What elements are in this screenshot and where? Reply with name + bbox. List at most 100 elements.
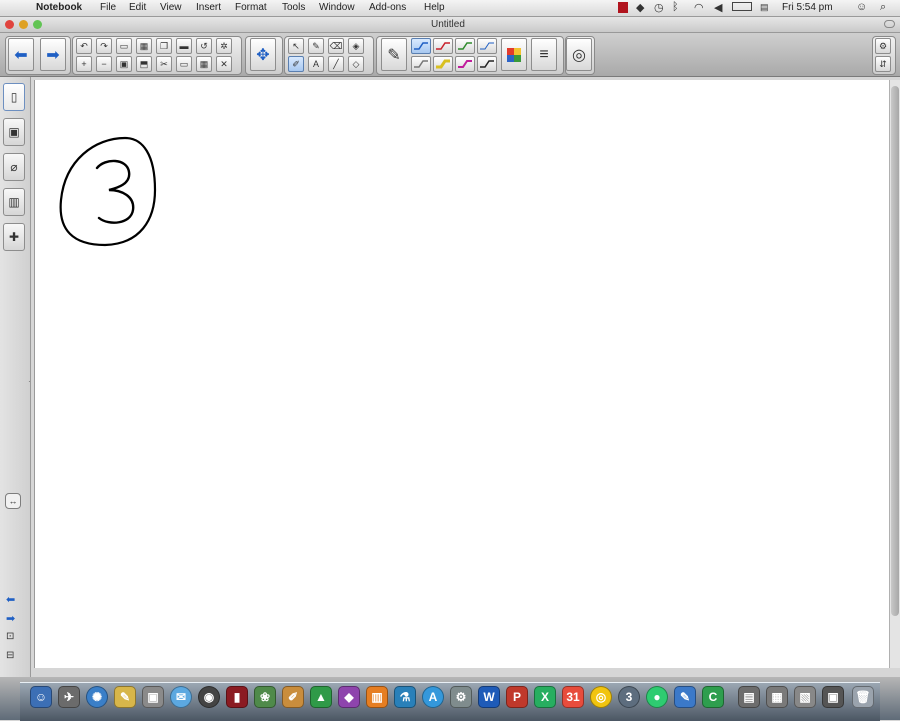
iphoto-icon[interactable]: ❀ bbox=[254, 686, 276, 708]
notebook-app-icon[interactable]: ✎ bbox=[674, 686, 696, 708]
undo-icon[interactable]: ↶ bbox=[76, 38, 92, 54]
menu-clock[interactable]: Fri 5:54 pm bbox=[782, 2, 833, 13]
scrollbar-thumb[interactable] bbox=[891, 86, 899, 616]
volume-icon[interactable]: ◀ bbox=[714, 1, 722, 14]
sidebar-resize-handle[interactable]: · bbox=[28, 377, 31, 386]
folder-stack-icon[interactable]: ▧ bbox=[794, 686, 816, 708]
vertical-scrollbar[interactable] bbox=[889, 80, 900, 668]
menu-add-ons[interactable]: Add-ons bbox=[369, 2, 406, 13]
minimize-window-icon[interactable] bbox=[19, 20, 28, 29]
pen-style-magenta-icon[interactable] bbox=[455, 56, 475, 72]
menu-format[interactable]: Format bbox=[235, 2, 267, 13]
paste-icon[interactable]: ▦ bbox=[136, 38, 152, 54]
cut-icon[interactable]: ✂ bbox=[156, 56, 172, 72]
trash-icon[interactable]: 🗑 bbox=[852, 686, 874, 708]
whiteboard-canvas[interactable] bbox=[34, 80, 889, 668]
textedit-icon[interactable]: ✐ bbox=[282, 686, 304, 708]
terminal-icon[interactable]: ⚗ bbox=[394, 686, 416, 708]
book-icon[interactable]: ▮ bbox=[226, 686, 248, 708]
pen-style-blue-thin-icon[interactable] bbox=[477, 38, 497, 54]
menu-help[interactable]: Help bbox=[424, 2, 445, 13]
menu-window[interactable]: Window bbox=[319, 2, 355, 13]
table-icon[interactable]: ▦ bbox=[196, 56, 212, 72]
text-icon[interactable]: A bbox=[308, 56, 324, 72]
forward-arrow-icon[interactable]: ➡ bbox=[40, 38, 66, 71]
full-screen-icon[interactable]: ⬒ bbox=[136, 56, 152, 72]
excel-icon[interactable]: X bbox=[534, 686, 556, 708]
spotlight-search-icon[interactable]: ⌕ bbox=[880, 1, 886, 14]
screenshot-stack-icon[interactable]: ▣ bbox=[822, 686, 844, 708]
pen-style-red-icon[interactable] bbox=[433, 38, 453, 54]
skype-icon[interactable]: 3 bbox=[618, 686, 640, 708]
line-icon[interactable]: ╱ bbox=[328, 56, 344, 72]
lock-icon[interactable]: ⊡ bbox=[6, 631, 14, 642]
back-arrow-icon[interactable]: ⬅ bbox=[8, 38, 34, 71]
color-palette-icon[interactable] bbox=[501, 38, 527, 71]
delete-page-icon[interactable]: − bbox=[96, 56, 112, 72]
menu-view[interactable]: View bbox=[160, 2, 182, 13]
battery-icon[interactable] bbox=[732, 2, 752, 11]
properties-icon[interactable]: ◎ bbox=[566, 38, 592, 71]
growl-icon[interactable]: ● bbox=[646, 686, 668, 708]
left-arrow-icon[interactable]: ⬅ bbox=[6, 593, 15, 606]
safari-icon[interactable]: ✺ bbox=[86, 686, 108, 708]
pen-style-gray-icon[interactable] bbox=[411, 56, 431, 72]
open-file-icon[interactable]: ▭ bbox=[116, 38, 132, 54]
expand-icon[interactable]: ↔ bbox=[5, 493, 21, 509]
zoom-window-icon[interactable] bbox=[33, 20, 42, 29]
menu-insert[interactable]: Insert bbox=[196, 2, 221, 13]
pen-style-green-icon[interactable] bbox=[455, 38, 475, 54]
flag-icon[interactable]: ▤ bbox=[760, 2, 769, 13]
display-icon[interactable]: ▭ bbox=[176, 56, 192, 72]
pens-icon[interactable]: ✐ bbox=[288, 56, 304, 72]
system-preferences-icon[interactable]: ⚙ bbox=[450, 686, 472, 708]
add-ons-icon[interactable]: ✚ bbox=[3, 223, 25, 251]
new-page-icon[interactable]: + bbox=[76, 56, 92, 72]
toolbar-toggle-icon[interactable] bbox=[884, 20, 895, 28]
unlock-icon[interactable]: ⊟ bbox=[6, 650, 14, 661]
reset-icon[interactable]: ↺ bbox=[196, 38, 212, 54]
menu-app-name[interactable]: Notebook bbox=[36, 2, 82, 13]
pen-icon[interactable]: ✎ bbox=[381, 38, 407, 71]
photo-icon[interactable]: ▣ bbox=[142, 686, 164, 708]
facetime-icon[interactable]: ◉ bbox=[198, 686, 220, 708]
shape-icon[interactable]: ◇ bbox=[348, 56, 364, 72]
eraser-icon[interactable]: ⌫ bbox=[328, 38, 344, 54]
status-red-icon[interactable] bbox=[618, 2, 628, 13]
app-store-icon[interactable]: A bbox=[422, 686, 444, 708]
page-sorter-icon[interactable]: ▯ bbox=[3, 83, 25, 111]
rocket-icon[interactable]: ✈ bbox=[58, 686, 80, 708]
pen-style-yellow-icon[interactable] bbox=[433, 56, 453, 72]
copy-icon[interactable]: ❐ bbox=[156, 38, 172, 54]
fill-icon[interactable]: ◈ bbox=[348, 38, 364, 54]
status-app-icon[interactable]: ◆ bbox=[636, 1, 644, 14]
messages-icon[interactable]: ✉ bbox=[170, 686, 192, 708]
calendar-icon[interactable]: 31 bbox=[562, 686, 584, 708]
gallery-icon[interactable]: ▣ bbox=[3, 118, 25, 146]
properties-sidebar-icon[interactable]: ▥ bbox=[3, 188, 25, 216]
menu-file[interactable]: File bbox=[100, 2, 116, 13]
bluetooth-icon[interactable]: ᛒ bbox=[672, 1, 679, 13]
timemachine-icon[interactable]: ◷ bbox=[654, 1, 664, 14]
books-icon[interactable]: ▥ bbox=[366, 686, 388, 708]
move-toolbar-icon[interactable]: ⇵ bbox=[875, 56, 891, 72]
select-icon[interactable]: ↖ bbox=[288, 38, 304, 54]
save-icon[interactable]: ▣ bbox=[116, 56, 132, 72]
screen-shade-icon[interactable]: ▬ bbox=[176, 38, 192, 54]
chrome-icon[interactable]: ◎ bbox=[590, 686, 612, 708]
pen-style-black-icon[interactable] bbox=[477, 56, 497, 72]
close-icon[interactable]: ✕ bbox=[216, 56, 232, 72]
line-style-icon[interactable]: ≡ bbox=[531, 38, 557, 71]
downloads-stack-icon[interactable]: ▦ bbox=[766, 686, 788, 708]
camtasia-icon[interactable]: C bbox=[702, 686, 724, 708]
close-window-icon[interactable] bbox=[5, 20, 14, 29]
capture-icon[interactable]: ✥ bbox=[250, 38, 276, 71]
handwritten-drawing[interactable] bbox=[55, 130, 215, 310]
menu-tools[interactable]: Tools bbox=[282, 2, 305, 13]
settings-gear-icon[interactable]: ⚙ bbox=[875, 38, 891, 54]
stickies-icon[interactable]: ✎ bbox=[114, 686, 136, 708]
user-icon[interactable]: ☺ bbox=[856, 1, 867, 13]
magic-pen-icon[interactable]: ✎ bbox=[308, 38, 324, 54]
word-icon[interactable]: W bbox=[478, 686, 500, 708]
drive-icon[interactable]: ▲ bbox=[310, 686, 332, 708]
